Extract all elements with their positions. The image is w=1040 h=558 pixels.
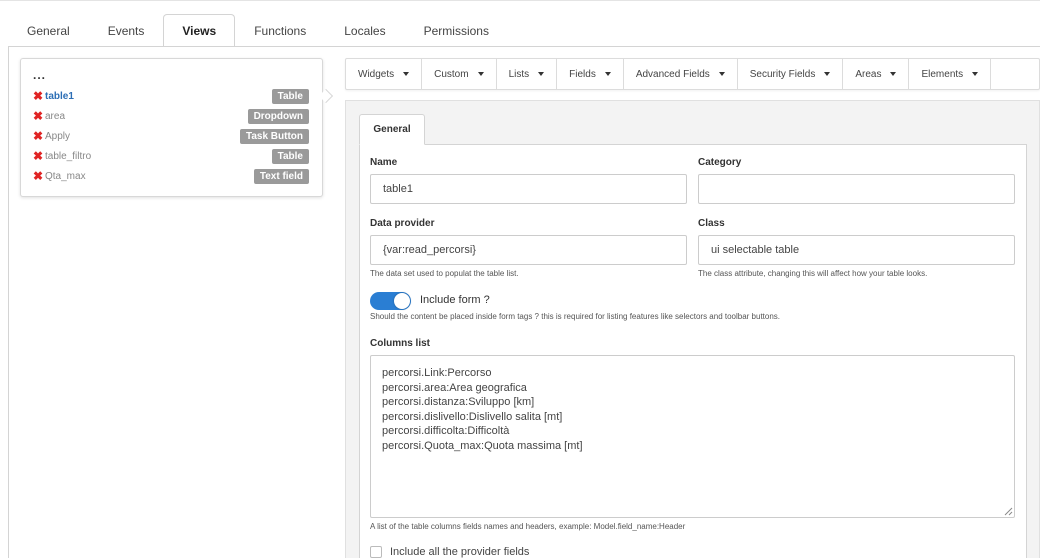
delete-icon[interactable]: ✖	[33, 89, 45, 103]
tab-form-general[interactable]: General	[359, 114, 425, 145]
include-form-label: Include form ?	[420, 294, 490, 306]
tab-permissions[interactable]: Permissions	[405, 14, 508, 47]
tab-locales[interactable]: Locales	[325, 14, 404, 47]
toggle-knob	[394, 293, 410, 309]
widget-item-apply[interactable]: ✖ Apply Task Button	[33, 128, 309, 144]
widget-type-badge: Text field	[253, 168, 309, 184]
menu-label: Fields	[569, 68, 596, 80]
widget-type-badge: Task Button	[239, 128, 309, 144]
menu-label: Lists	[508, 68, 530, 80]
caret-down-icon	[477, 72, 484, 76]
menu-elements[interactable]: Elements	[909, 59, 992, 89]
include-all-fields-checkbox[interactable]	[370, 546, 382, 558]
widget-type-badge: Table	[271, 148, 309, 164]
caret-down-icon	[718, 72, 725, 76]
delete-icon[interactable]: ✖	[33, 169, 45, 183]
widget-item-name[interactable]: area	[45, 111, 248, 122]
menu-custom[interactable]: Custom	[422, 59, 497, 89]
menu-lists[interactable]: Lists	[497, 59, 558, 89]
caret-down-icon	[403, 72, 410, 76]
menu-label: Widgets	[358, 68, 395, 80]
widget-item-table-filtro[interactable]: ✖ table_filtro Table	[33, 148, 309, 164]
columns-list-textarea[interactable]: percorsi.Link:Percorso percorsi.area:Are…	[370, 355, 1015, 518]
delete-icon[interactable]: ✖	[33, 109, 45, 123]
widget-item-area[interactable]: ✖ area Dropdown	[33, 108, 309, 124]
main-tabs: General Events Views Functions Locales P…	[8, 14, 508, 47]
tabs-divider	[8, 46, 1040, 47]
caret-down-icon	[824, 72, 831, 76]
class-input[interactable]	[698, 235, 1015, 265]
delete-icon[interactable]: ✖	[33, 129, 45, 143]
menu-label: Custom	[434, 68, 469, 80]
menu-label: Areas	[855, 68, 882, 80]
columns-list-help: A list of the table columns fields names…	[370, 522, 686, 531]
menu-security-fields[interactable]: Security Fields	[738, 59, 844, 89]
menu-label: Elements	[921, 68, 964, 80]
class-help: The class attribute, changing this will …	[698, 269, 928, 278]
menu-label: Security Fields	[749, 68, 816, 80]
data-provider-label: Data provider	[370, 218, 435, 229]
name-input[interactable]	[370, 174, 687, 204]
caret-down-icon	[972, 72, 979, 76]
caret-down-icon	[604, 72, 611, 76]
widget-item-name[interactable]: Qta_max	[45, 171, 254, 182]
caret-down-icon	[538, 72, 545, 76]
menu-fields[interactable]: Fields	[557, 59, 624, 89]
include-form-toggle[interactable]	[370, 292, 411, 310]
menu-widgets[interactable]: Widgets	[346, 59, 423, 89]
top-border	[0, 0, 1040, 1]
widget-item-name[interactable]: table1	[45, 91, 272, 102]
category-input[interactable]	[698, 174, 1015, 204]
tab-general[interactable]: General	[8, 14, 89, 47]
delete-icon[interactable]: ✖	[33, 149, 45, 163]
caret-down-icon	[890, 72, 897, 76]
include-all-fields-label: Include all the provider fields	[390, 546, 530, 558]
widget-item-name[interactable]: Apply	[45, 131, 240, 142]
widget-item-qta-max[interactable]: ✖ Qta_max Text field	[33, 168, 309, 184]
menu-label: Advanced Fields	[635, 68, 710, 80]
content-border	[8, 46, 9, 558]
columns-list-label: Columns list	[370, 338, 431, 349]
tab-functions[interactable]: Functions	[235, 14, 325, 47]
class-label: Class	[698, 218, 725, 229]
widget-type-badge: Dropdown	[247, 108, 309, 124]
resize-grip-icon[interactable]	[1003, 506, 1013, 516]
category-label: Category	[698, 157, 742, 168]
tab-events[interactable]: Events	[89, 14, 164, 47]
name-label: Name	[370, 157, 398, 168]
tab-views[interactable]: Views	[163, 14, 236, 47]
widget-type-badge: Table	[271, 88, 309, 104]
menu-advanced-fields[interactable]: Advanced Fields	[624, 59, 738, 89]
include-form-help: Should the content be placed inside form…	[370, 312, 781, 321]
data-provider-input[interactable]	[370, 235, 687, 265]
widget-item-table1[interactable]: ✖ table1 Table	[33, 88, 309, 104]
widget-toolbar-menu: Widgets Custom Lists Fields Advanced Fie…	[345, 58, 1040, 90]
widget-list-header[interactable]: ...	[33, 68, 46, 82]
data-provider-help: The data set used to populat the table l…	[370, 269, 519, 278]
widget-item-name[interactable]: table_filtro	[45, 151, 272, 162]
menu-areas[interactable]: Areas	[843, 59, 910, 89]
